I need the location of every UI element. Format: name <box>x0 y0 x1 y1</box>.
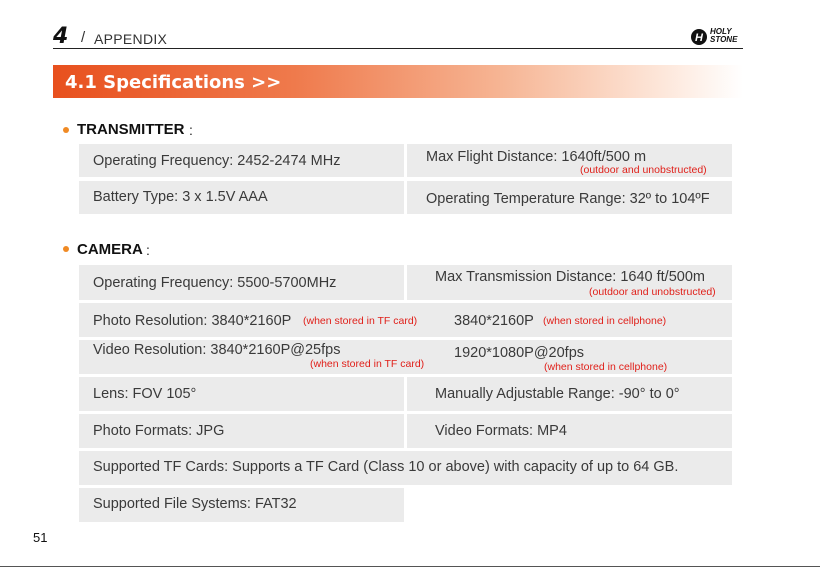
transmitter-battery-type: Battery Type: 3 x 1.5V AAA <box>93 189 268 205</box>
page-number: 51 <box>33 530 48 545</box>
holy-stone-logo-icon: H <box>691 29 707 45</box>
section-title: 4.1 Specifications >> <box>65 72 282 93</box>
header-separator: / <box>81 29 86 46</box>
logo-line-2: STONE <box>710 35 738 44</box>
camera-photo-resolution-note: (when stored in TF card) <box>303 315 418 327</box>
camera-label: CAMERA <box>77 241 143 258</box>
camera-file-systems: Supported File Systems: FAT32 <box>93 496 297 512</box>
transmitter-max-flight-distance: Max Flight Distance: 1640ft/500 m <box>426 149 647 165</box>
chapter-title: APPENDIX <box>94 31 168 47</box>
camera-video-resolution-note: (when stored in TF card) <box>310 358 425 370</box>
chapter-number: 4 <box>53 24 69 49</box>
camera-tf-cards: Supported TF Cards: Supports a TF Card (… <box>93 459 679 475</box>
camera-photo-resolution-phone-note: (when stored in cellphone) <box>543 315 667 327</box>
transmitter-operating-frequency: Operating Frequency: 2452-2474 MHz <box>93 153 341 169</box>
camera-photo-resolution-phone: 3840*2160P <box>454 313 534 329</box>
camera-max-transmission-note: (outdoor and unobstructed) <box>589 286 716 298</box>
transmitter-label: TRANSMITTER <box>77 121 185 138</box>
brand-logo: H HOLY STONE <box>690 27 744 47</box>
camera-bullet <box>63 246 69 252</box>
transmitter-max-flight-note: (outdoor and unobstructed) <box>580 164 707 176</box>
transmitter-operating-temperature: Operating Temperature Range: 32º to 104º… <box>426 191 710 207</box>
camera-video-resolution-phone: 1920*1080P@20fps <box>454 345 585 361</box>
transmitter-bullet <box>63 127 69 133</box>
camera-colon: : <box>146 242 150 258</box>
footer-divider <box>0 566 820 567</box>
logo-wordmark: HOLY STONE <box>710 28 737 44</box>
transmitter-colon: : <box>189 122 193 138</box>
camera-video-resolution: Video Resolution: 3840*2160P@25fps <box>93 342 341 358</box>
camera-photo-formats: Photo Formats: JPG <box>93 423 225 439</box>
camera-video-formats: Video Formats: MP4 <box>435 423 567 439</box>
camera-adjustable-range: Manually Adjustable Range: -90° to 0° <box>435 386 680 402</box>
camera-max-transmission: Max Transmission Distance: 1640 ft/500m <box>435 269 705 285</box>
camera-photo-resolution: Photo Resolution: 3840*2160P <box>93 313 292 329</box>
camera-operating-frequency: Operating Frequency: 5500-5700MHz <box>93 275 337 291</box>
camera-lens: Lens: FOV 105° <box>93 386 197 402</box>
header-divider <box>53 48 743 49</box>
svg-text:H: H <box>695 32 704 44</box>
camera-video-resolution-phone-note: (when stored in cellphone) <box>544 361 668 373</box>
